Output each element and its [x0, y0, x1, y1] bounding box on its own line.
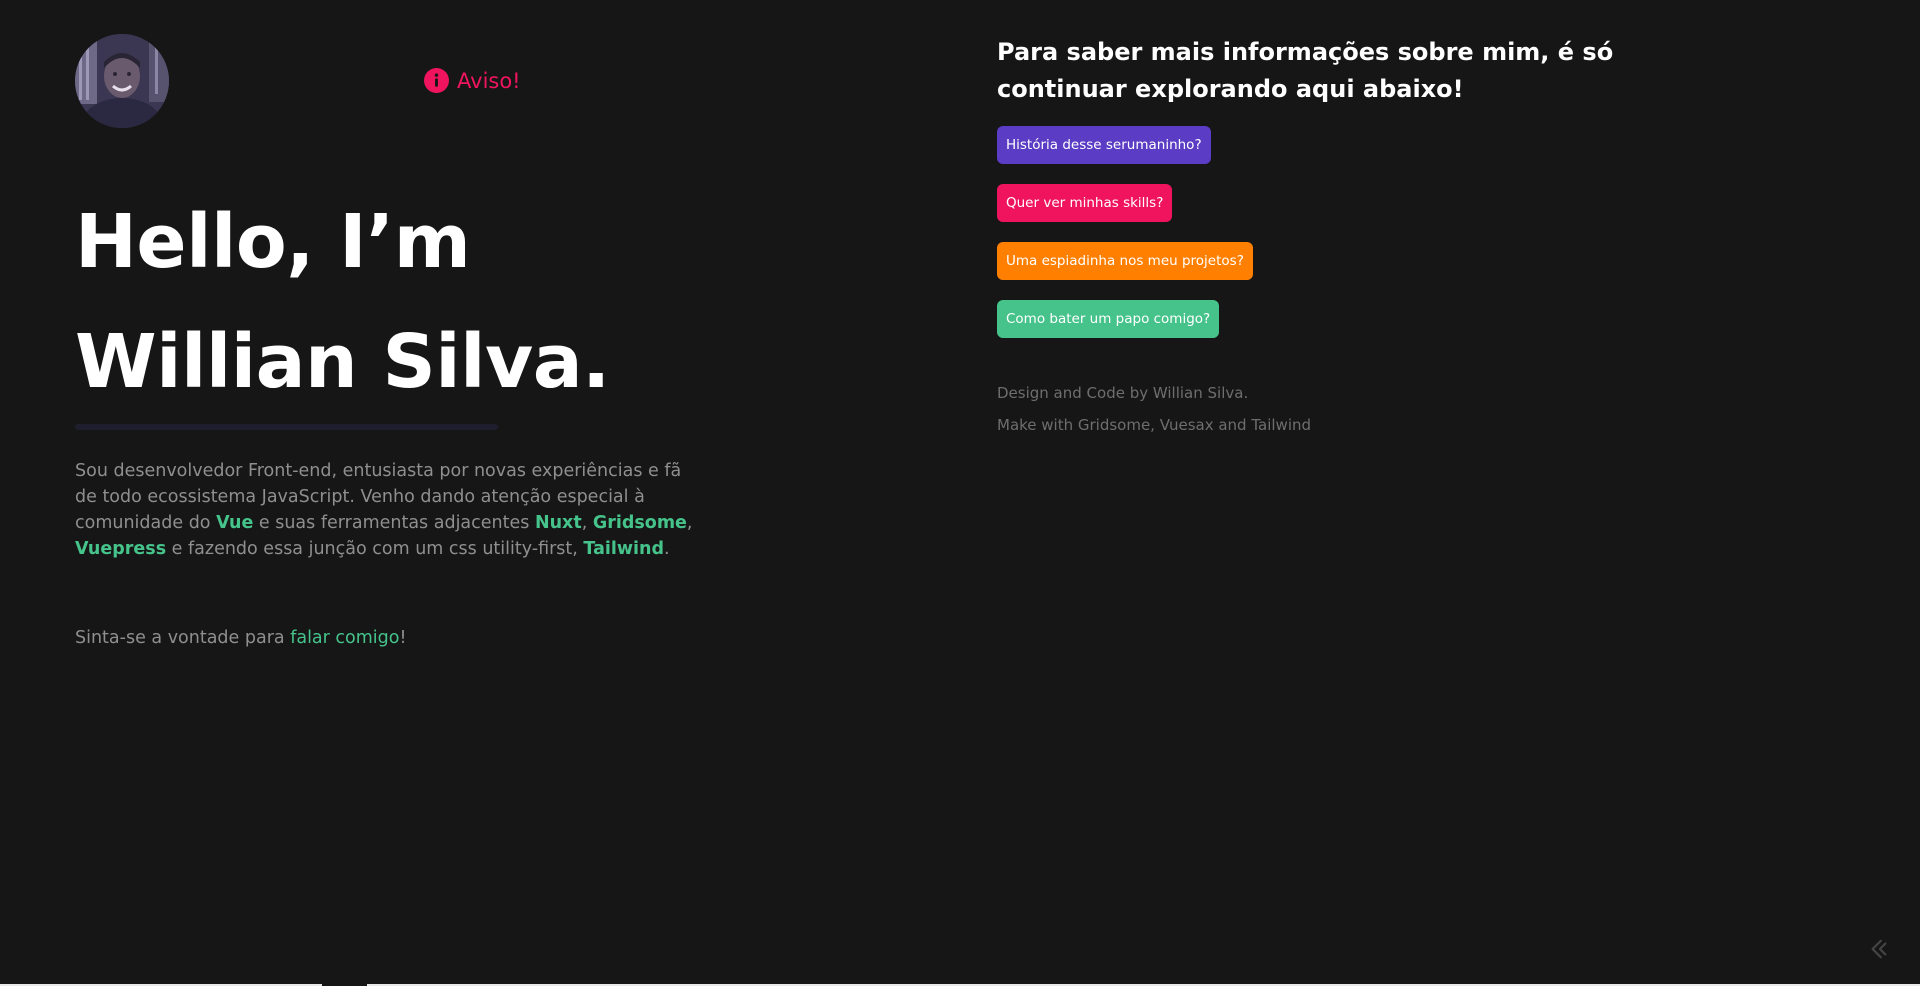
bio-paragraph: Sou desenvolvedor Front-end, entusiasta … [75, 458, 697, 562]
bio-separator: , [581, 513, 593, 533]
projects-button[interactable]: Uma espiadinha nos meu projetos? [997, 242, 1253, 280]
notice-button[interactable]: Aviso! [424, 68, 521, 93]
explore-section: Para saber mais informações sobre mim, é… [997, 34, 1777, 441]
credits-line-stack: Make with Gridsome, Vuesax and Tailwind [997, 416, 1312, 434]
hero-title: Hello, I’m Willian Silva. [75, 182, 610, 422]
bio-text: e suas ferramentas adjacentes [253, 513, 535, 533]
divider [75, 424, 498, 430]
skills-button[interactable]: Quer ver minhas skills? [997, 184, 1173, 222]
contact-link[interactable]: falar comigo [290, 628, 399, 648]
notice-label: Aviso! [457, 68, 521, 93]
contact-cta: Sinta-se a vontade para falar comigo! [75, 625, 406, 651]
avatar [75, 34, 169, 128]
credits-line-design: Design and Code by Willian Silva. [997, 384, 1249, 402]
credits: Design and Code by Willian Silva. Make w… [997, 377, 1777, 441]
history-button[interactable]: História desse serumaninho? [997, 126, 1211, 164]
bio-end: . [664, 539, 670, 559]
cta-suffix: ! [399, 628, 407, 648]
avatar-image [75, 34, 169, 128]
explore-heading: Para saber mais informações sobre mim, é… [997, 38, 1614, 103]
cta-prefix: Sinta-se a vontade para [75, 628, 291, 648]
gridsome-icon [1871, 939, 1887, 959]
explore-button-list: História desse serumaninho? Quer ver min… [997, 126, 1777, 338]
bio-highlight-vue: Vue [216, 513, 254, 533]
bio-highlight-vuepress: Vuepress [75, 539, 167, 559]
hero-title-line1: Hello, I’m [75, 199, 471, 285]
hero-title-line2: Willian Silva. [75, 319, 610, 405]
bio-separator: , [686, 513, 693, 533]
bio-highlight-nuxt: Nuxt [534, 513, 582, 533]
info-icon [424, 68, 449, 93]
bio-highlight-tailwind: Tailwind [583, 539, 665, 559]
bio-text: e fazendo essa junção com um css utility… [166, 539, 584, 559]
bio-highlight-gridsome: Gridsome [592, 513, 687, 533]
contact-button[interactable]: Como bater um papo comigo? [997, 300, 1220, 338]
